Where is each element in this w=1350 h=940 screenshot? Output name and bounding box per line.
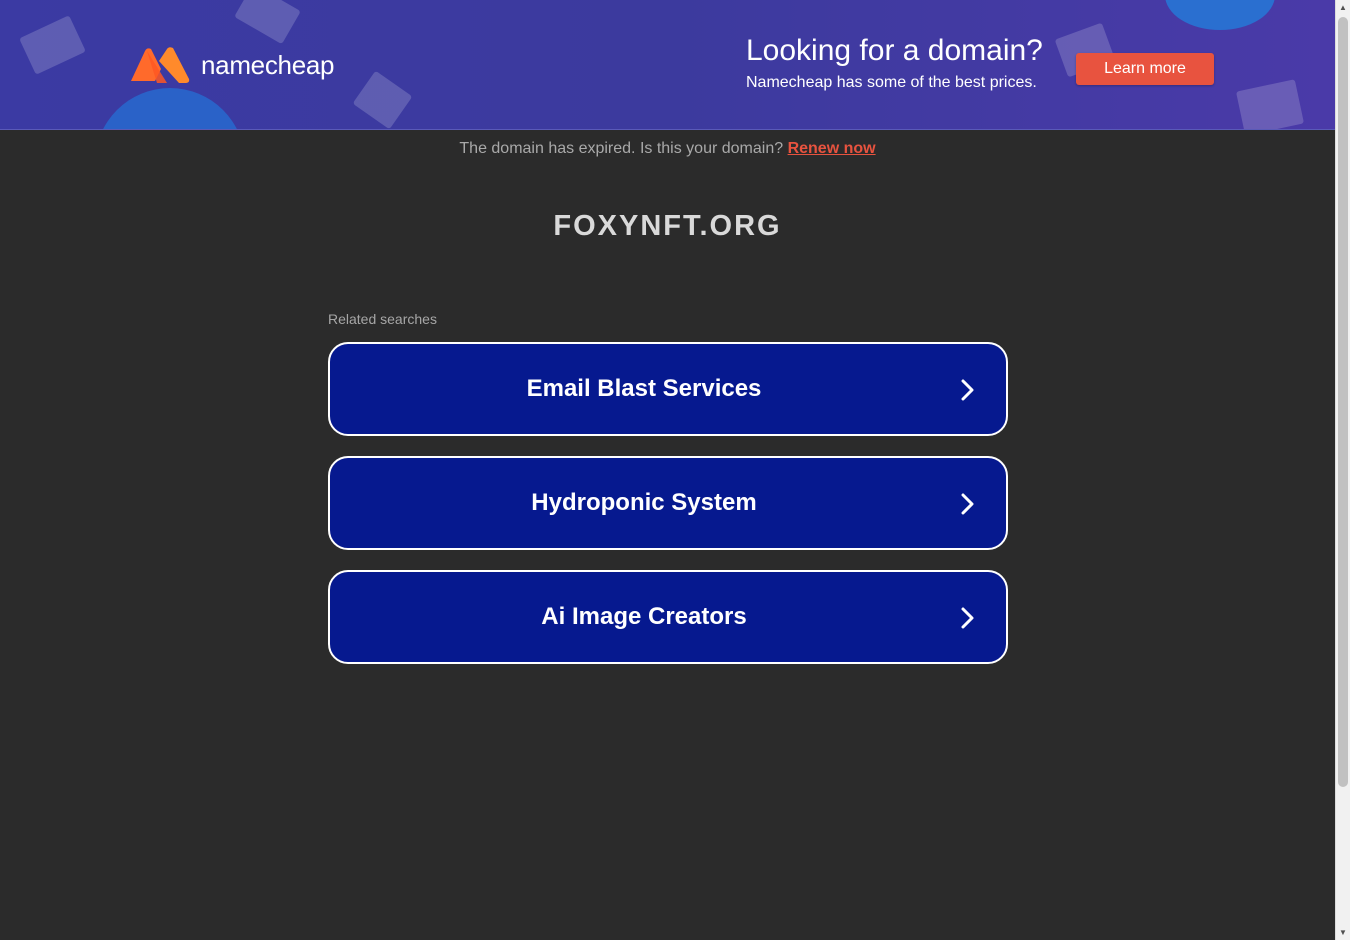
expired-notice: The domain has expired. Is this your dom… <box>0 138 1335 160</box>
banner-decor-circle <box>1165 0 1275 30</box>
related-searches-list: Email Blast Services Hydroponic System A… <box>328 342 1008 684</box>
banner-decor-card <box>352 70 413 129</box>
related-search-label: Ai Image Creators <box>541 603 747 630</box>
namecheap-logo[interactable]: namecheap <box>127 45 334 85</box>
related-search-link[interactable]: Ai Image Creators <box>328 570 1008 664</box>
related-search-link[interactable]: Hydroponic System <box>328 456 1008 550</box>
learn-more-button[interactable]: Learn more <box>1076 53 1214 85</box>
namecheap-logo-icon <box>131 47 190 83</box>
related-searches-heading: Related searches <box>328 311 437 327</box>
scroll-down-icon[interactable]: ▼ <box>1336 925 1350 940</box>
page: namecheap Looking for a domain? Namechea… <box>0 0 1335 940</box>
chevron-right-icon <box>961 379 974 401</box>
renew-now-link[interactable]: Renew now <box>788 140 876 157</box>
scrollbar-thumb[interactable] <box>1338 17 1348 787</box>
promo-subheadline: Namecheap has some of the best prices. <box>746 74 1037 91</box>
brand-name: namecheap <box>201 49 335 80</box>
expired-notice-text: The domain has expired. Is this your dom… <box>459 140 784 157</box>
related-search-label: Email Blast Services <box>526 375 762 402</box>
banner-decor-card <box>1235 79 1305 129</box>
related-search-link[interactable]: Email Blast Services <box>328 342 1008 436</box>
domain-name-title: FOXYNFT.ORG <box>553 210 782 242</box>
chevron-right-icon <box>961 607 974 629</box>
banner-decor-card <box>234 0 301 45</box>
banner-decor-circle <box>95 88 245 129</box>
promo-headline: Looking for a domain? <box>746 34 1043 67</box>
scroll-up-icon[interactable]: ▲ <box>1336 0 1350 15</box>
chevron-right-icon <box>961 493 974 515</box>
vertical-scrollbar[interactable]: ▲ ▼ <box>1335 0 1350 940</box>
promo-text: Looking for a domain? Namecheap has some… <box>746 33 1043 94</box>
related-search-label: Hydroponic System <box>531 489 757 516</box>
promo-banner[interactable]: namecheap Looking for a domain? Namechea… <box>0 0 1335 130</box>
banner-decor-card <box>19 15 86 75</box>
